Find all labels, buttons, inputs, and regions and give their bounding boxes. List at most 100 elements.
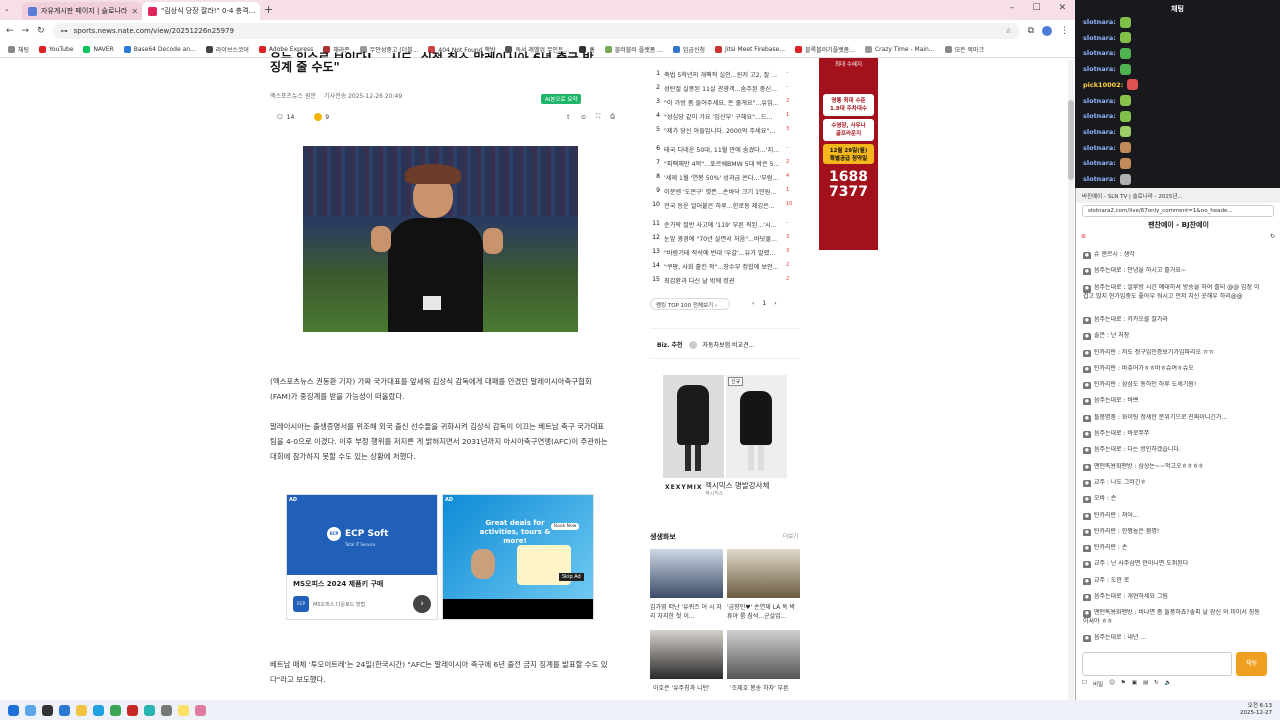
ranking-item[interactable]: 10 전국 등운 얼어붙은 하루...한로동 제깅은... 10 — [650, 201, 795, 210]
chat-username[interactable]: slotnara: — [1083, 159, 1116, 167]
bookmark-item[interactable]: 입금신청 — [672, 45, 705, 54]
photo-thumb-3[interactable] — [650, 630, 723, 679]
flag-icon[interactable]: ⚑ — [1121, 680, 1126, 688]
ad-video[interactable]: AD Great deals for activities, tours & m… — [442, 494, 594, 620]
store-icon[interactable] — [59, 704, 70, 716]
profile-icon[interactable] — [1042, 26, 1052, 36]
chat-username[interactable]: slotnara: — [1083, 112, 1116, 120]
refresh-icon[interactable]: ↻ — [1154, 680, 1159, 688]
address-bar[interactable]: ⊶ sports.news.nate.com/view/20251226n259… — [52, 23, 1020, 39]
tab-menu-icon[interactable]: ⌄ — [4, 5, 14, 15]
chat-username[interactable]: slotnara: — [1083, 49, 1116, 57]
bookmark-item[interactable]: Crazy Time - Main... — [864, 46, 935, 53]
photo-caption-2[interactable]: '금향인♥' 손연재 LA 독 박휴야 룸 참석...군살업... — [727, 603, 800, 621]
shop-image-1[interactable] — [663, 375, 724, 478]
bookmark-star-icon[interactable]: ☆ — [1005, 27, 1011, 35]
photo-thumb-4[interactable] — [727, 630, 800, 679]
edge-icon[interactable] — [93, 704, 104, 716]
biz-recommend[interactable]: Biz. 추천 자동차보험 비교견... — [657, 340, 754, 349]
book-now-button[interactable]: Book Now — [551, 523, 580, 530]
bookmark-item[interactable]: Jitsi Meet Firebase... — [715, 46, 785, 53]
print-icon[interactable]: ⎙ — [610, 113, 615, 121]
ranking-item[interactable]: 7 "피팩해만 4억"...포르쉐BMW 5대 박은 5... 2 — [650, 159, 795, 168]
chat-username[interactable]: slotnara: — [1083, 97, 1116, 105]
ranking-item[interactable]: 3 "이 가방 좀 들어주세요, 돈 줄게요"...유입... 2 — [650, 98, 795, 107]
page-scrollbar[interactable] — [1068, 60, 1074, 700]
bookmark-item[interactable]: 블록블러기플랫폼... — [795, 45, 855, 54]
ranking-item[interactable]: 8 '세제 1월 '연봉 50%' 성과급 쏜다...'부럼... 4 — [650, 173, 795, 182]
site-info-icon[interactable]: ⊶ — [61, 27, 68, 35]
ranking-more-button[interactable]: 랭킹 TOP 100 전체보기 › — [650, 298, 730, 310]
forward-icon[interactable]: → — [22, 26, 30, 36]
photonews-more[interactable]: 더보기 — [783, 532, 798, 540]
chrome-icon[interactable] — [110, 704, 121, 716]
ranking-item[interactable]: 1 축법 5학년의 개팩적 실인...윈저 고2, 잘 ... – — [650, 70, 795, 79]
ranking-item[interactable]: 4 "성심당 같이 가요 '임산부' 구해요"...드... 1 — [650, 112, 795, 121]
chat-username[interactable]: slotnara: — [1083, 18, 1116, 26]
app-icon[interactable] — [161, 704, 172, 716]
ranking-item[interactable]: 13 "바람기테 작석에 번대 '우갈'...유가 말렸... 3 — [650, 248, 795, 257]
ranking-item[interactable]: 14 "쿠팡, 사회 흩킨 적"...장수부 정합에 보안... 2 — [650, 262, 795, 271]
refresh-icon[interactable]: ↻ — [1270, 233, 1275, 240]
menu-icon[interactable]: ⋮ — [1060, 26, 1069, 36]
minimize-icon[interactable]: – — [1010, 3, 1015, 13]
apartment-ad-banner[interactable]: 최대 수혜지 영통 최대 수준 1.9대 주차대수 수영장, 사우나 골프라운지 1… — [819, 58, 878, 250]
chat-send-button[interactable]: 채팅 — [1236, 652, 1267, 676]
new-tab-icon[interactable]: + — [264, 3, 273, 16]
tab-1[interactable]: 자유게시판 페이지 | 슬로나라 ✕ — [22, 2, 142, 20]
system-clock[interactable]: 오전 6:13 2025-12-27 — [1240, 703, 1272, 717]
prev-page-icon[interactable]: ‹ — [752, 300, 754, 307]
widgets-icon[interactable] — [25, 704, 36, 716]
back-icon[interactable]: ← — [6, 26, 14, 36]
close-icon[interactable]: ✕ — [131, 7, 138, 16]
like-icon[interactable] — [314, 113, 323, 121]
chat-username[interactable]: slotnara: — [1083, 65, 1116, 73]
ad-ecp[interactable]: AD ECP ECP Soft Total IT Service MS오피스 2… — [286, 494, 438, 620]
chat-username[interactable]: pick10002: — [1083, 81, 1123, 89]
photo-thumb-1[interactable] — [650, 549, 723, 598]
image-icon[interactable]: ▣ — [1132, 680, 1137, 688]
bookmark-item[interactable]: NAVER — [83, 46, 114, 53]
photo-caption-1[interactable]: 김가영 떠난 '유퀴즈 어 시 자리 차지한 첫 이... — [650, 603, 723, 621]
bookmark-item[interactable]: 블러블러 플랫폼 ... — [604, 45, 663, 54]
comment-icon[interactable]: 🗨 — [276, 114, 284, 121]
next-page-icon[interactable]: › — [774, 300, 776, 307]
kakaotalk-icon[interactable] — [178, 704, 189, 716]
bookmark-item[interactable]: 채팅 — [8, 45, 29, 54]
ranking-item[interactable]: 9 이분엔 '도몬구' 엿픈...손바닥 크기 1만원... 1 — [650, 187, 795, 196]
close-window-icon[interactable]: ✕ — [1059, 3, 1067, 13]
chat-username[interactable]: slotnara: — [1083, 128, 1116, 136]
start-icon[interactable] — [8, 704, 19, 716]
share-icon[interactable]: ⇪ — [566, 114, 571, 121]
ranking-item[interactable]: 2 성탄절 실종된 11살 관광객...숨주된 중신... – — [650, 84, 795, 93]
reload-icon[interactable]: ↻ — [37, 26, 45, 36]
emoji-icon[interactable]: ☺ — [1109, 680, 1115, 688]
chat-username[interactable]: slotnara: — [1083, 34, 1116, 42]
ad-arrow-button[interactable]: › — [413, 595, 431, 613]
bookmark-item[interactable]: Base64 Decode an... — [123, 46, 196, 53]
chat-tool-icon[interactable]: ▤ — [1143, 680, 1148, 688]
app-icon[interactable] — [127, 704, 138, 716]
photo-caption-3[interactable]: 이호은 '유주칭과 니턴' — [653, 684, 726, 693]
ranking-item[interactable]: 15 최갑환과 다신 날 밖에 정권 2 — [650, 276, 795, 285]
close-icon[interactable]: ✕ — [259, 7, 260, 16]
sound-icon[interactable]: 🔈 — [1165, 680, 1172, 688]
extensions-icon[interactable]: ⧉ — [1028, 26, 1034, 36]
press-link[interactable]: 엑스포츠뉴스 원문 — [270, 91, 316, 100]
folder-icon[interactable] — [76, 704, 87, 716]
bookmark-item[interactable]: 라이브스코어 — [205, 45, 249, 54]
chat-username[interactable]: slotnara: — [1083, 144, 1116, 152]
ranking-item[interactable]: 5 "제가 당신 아들입니다. 2000억 주세요"... 3 — [650, 126, 795, 135]
app-icon[interactable] — [195, 704, 206, 716]
skip-ad-button[interactable]: Skip Ad — [559, 573, 584, 581]
font-size-icon[interactable]: ⛶ — [596, 113, 600, 121]
ranking-item[interactable]: 12 눈앞 광경에 "70년 살면서 처음"...바닷물... 3 — [650, 234, 795, 243]
chat-username[interactable]: slotnara: — [1083, 175, 1116, 183]
secret-checkbox[interactable]: ☐ — [1082, 680, 1087, 688]
taskview-icon[interactable] — [42, 704, 53, 716]
photo-thumb-2[interactable] — [727, 549, 800, 598]
ranking-item[interactable]: 6 태국 디네운 50대, 11월 만에 숨겼다...'지... – — [650, 145, 795, 154]
shop-image-2[interactable]: 신규 — [726, 375, 787, 478]
tts-icon[interactable]: ⊙ — [581, 114, 586, 121]
app-icon[interactable] — [144, 704, 155, 716]
